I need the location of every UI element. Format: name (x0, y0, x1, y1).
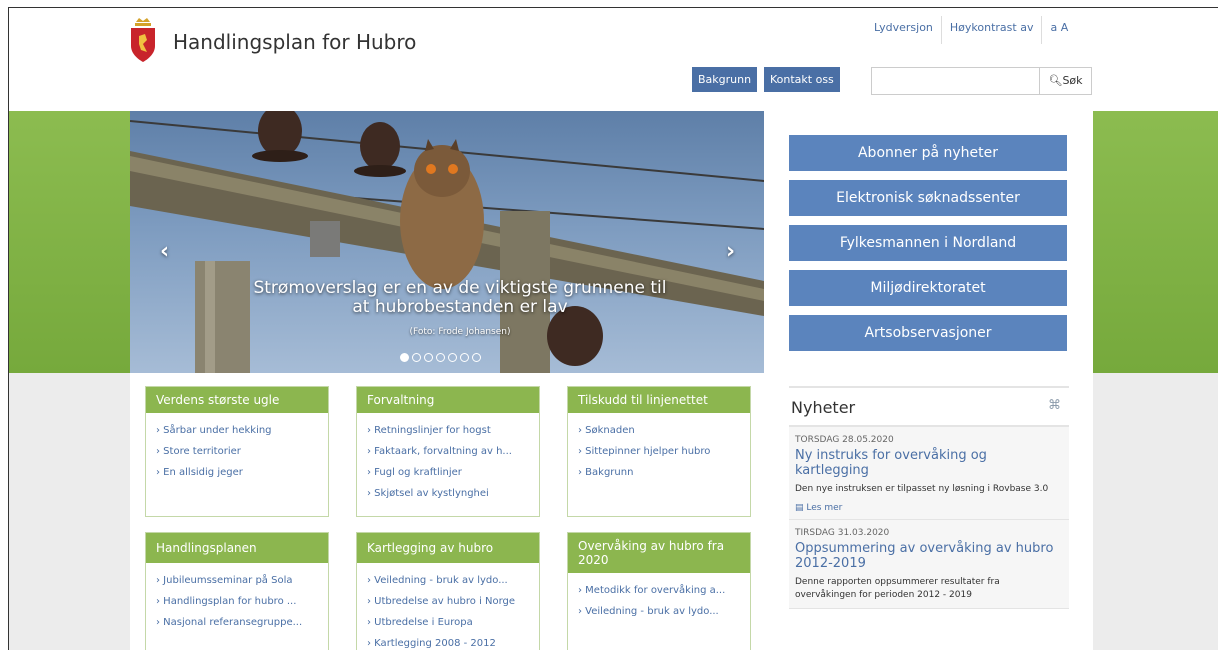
quicklink-artsobservasjoner[interactable]: Artsobservasjoner (789, 315, 1067, 351)
quick-links: Abonner på nyheter Elektronisk søknadsse… (789, 135, 1067, 360)
box-link[interactable]: › Fugl og kraftlinjer (367, 462, 529, 483)
news-heading: Nyheter ⌘ (789, 386, 1069, 427)
news-summary: Denne rapporten oppsummerer resultater f… (795, 577, 1000, 600)
search-button[interactable]: 🔍︎Søk (1040, 67, 1092, 95)
box-link[interactable]: › Veiledning - bruk av lydo... (367, 570, 529, 591)
chevron-right-icon[interactable]: › (726, 239, 735, 264)
carousel-dot[interactable] (448, 353, 457, 362)
box-link[interactable]: › Store territorier (156, 441, 318, 462)
box-title[interactable]: Kartlegging av hubro (357, 533, 539, 563)
news-date: TORSDAG 28.05.2020 (795, 435, 894, 445)
news-headline[interactable]: Oppsummering av overvåking av hubro 2012… (795, 541, 1063, 571)
carousel-dot[interactable] (412, 353, 421, 362)
box-link[interactable]: › Handlingsplan for hubro ... (156, 591, 318, 612)
news-date: TIRSDAG 31.03.2020 (795, 528, 890, 538)
box-link[interactable]: › Kartlegging 2008 - 2012 (367, 633, 529, 650)
hero-carousel[interactable]: ‹ › Strømoverslag er en av de viktigste … (130, 111, 764, 373)
box-link[interactable]: › Retningslinjer for hogst (367, 420, 529, 441)
box-verdens-storste-ugle: Verdens største ugle › Sårbar under hekk… (145, 386, 329, 517)
box-link[interactable]: › En allsidig jeger (156, 462, 318, 483)
news-section: Nyheter ⌘ TORSDAG 28.05.2020 Ny instruks… (789, 386, 1069, 609)
box-link[interactable]: › Skjøtsel av kystlynghei (367, 483, 529, 504)
box-title[interactable]: Handlingsplanen (146, 533, 328, 563)
box-link[interactable]: › Bakgrunn (578, 462, 740, 483)
news-read-more[interactable]: ▤ Les mer (795, 503, 1063, 513)
box-link[interactable]: › Faktaark, forvaltning av h... (367, 441, 529, 462)
carousel-dot[interactable] (472, 353, 481, 362)
box-link[interactable]: › Veiledning - bruk av lydo... (578, 601, 740, 622)
box-link[interactable]: › Sittepinner hjelper hubro (578, 441, 740, 462)
box-handlingsplanen: Handlingsplanen › Jubileumsseminar på So… (145, 532, 329, 650)
link-lydversjon[interactable]: Lydversjon (866, 16, 941, 44)
box-link[interactable]: › Utbredelse av hubro i Norge (367, 591, 529, 612)
quicklink-fylkesmannen[interactable]: Fylkesmannen i Nordland (789, 225, 1067, 261)
chevron-left-icon[interactable]: ‹ (160, 239, 169, 264)
carousel-dot[interactable] (436, 353, 445, 362)
rss-icon[interactable]: ⌘ (1048, 398, 1069, 417)
box-forvaltning: Forvaltning › Retningslinjer for hogst ›… (356, 386, 540, 517)
news-summary: Den nye instruksen er tilpasset ny løsni… (795, 484, 1049, 494)
quicklink-abonner[interactable]: Abonner på nyheter (789, 135, 1067, 171)
news-heading-label: Nyheter (791, 398, 856, 417)
box-link[interactable]: › Nasjonal referansegruppe... (156, 612, 318, 633)
search-icon: 🔍︎ (1048, 74, 1063, 87)
box-link[interactable]: › Jubileumsseminar på Sola (156, 570, 318, 591)
quicklink-miljodirektoratet[interactable]: Miljødirektoratet (789, 270, 1067, 306)
carousel-dot[interactable] (424, 353, 433, 362)
page: Handlingsplan for Hubro Lydversjon Høyko… (8, 7, 1218, 650)
box-title[interactable]: Tilskudd til linjenettet (568, 387, 750, 413)
link-hoykontrast[interactable]: Høykontrast av (940, 16, 1042, 44)
nav-bakgrunn[interactable]: Bakgrunn (692, 67, 758, 92)
carousel-dot[interactable] (400, 353, 409, 362)
site-header: Handlingsplan for Hubro Lydversjon Høyko… (9, 8, 1218, 111)
box-link[interactable]: › Metodikk for overvåking a... (578, 580, 740, 601)
box-title[interactable]: Verdens største ugle (146, 387, 328, 413)
link-text-size[interactable]: a A (1041, 16, 1076, 44)
carousel-photo-credit: (Foto: Frode Johansen) (409, 327, 511, 337)
carousel-dot[interactable] (460, 353, 469, 362)
carousel-caption: Strømoverslag er en av de viktigste grun… (253, 278, 667, 317)
top-links: Lydversjon Høykontrast av a A (866, 16, 1076, 44)
nav-kontakt[interactable]: Kontakt oss (764, 67, 840, 92)
box-title[interactable]: Overvåking av hubro fra 2020 (568, 533, 750, 573)
carousel-dots (400, 353, 481, 362)
box-title[interactable]: Forvaltning (357, 387, 539, 413)
box-link[interactable]: › Søknaden (578, 420, 740, 441)
search-input[interactable] (871, 67, 1040, 95)
site-title[interactable]: Handlingsplan for Hubro (173, 30, 416, 54)
news-item: TORSDAG 28.05.2020 Ny instruks for overv… (789, 427, 1069, 520)
document-icon: ▤ (795, 503, 807, 513)
coat-of-arms-icon[interactable] (127, 16, 159, 64)
news-headline[interactable]: Ny instruks for overvåking og kartleggin… (795, 448, 1063, 478)
box-link[interactable]: › Utbredelse i Europa (367, 612, 529, 633)
news-item: TIRSDAG 31.03.2020 Oppsummering av overv… (789, 520, 1069, 609)
quicklink-soknadssenter[interactable]: Elektronisk søknadssenter (789, 180, 1067, 216)
box-tilskudd: Tilskudd til linjenettet › Søknaden › Si… (567, 386, 751, 517)
box-overvaking: Overvåking av hubro fra 2020 › Metodikk … (567, 532, 751, 650)
box-kartlegging: Kartlegging av hubro › Veiledning - bruk… (356, 532, 540, 650)
box-link[interactable]: › Sårbar under hekking (156, 420, 318, 441)
